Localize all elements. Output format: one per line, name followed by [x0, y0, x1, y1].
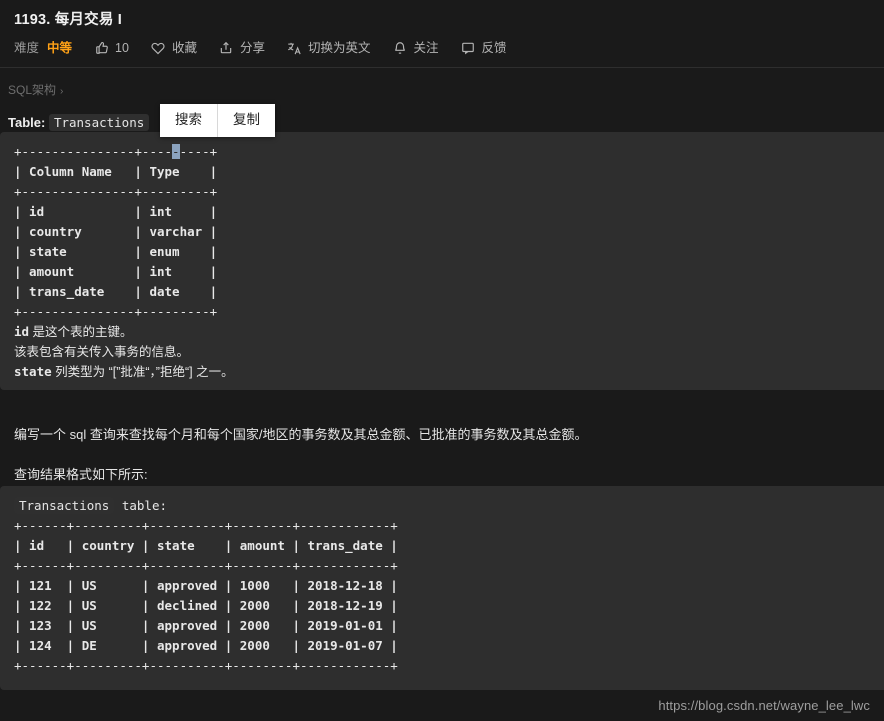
selection-context-menu: 搜索 复制: [160, 104, 275, 137]
share-icon: [219, 41, 234, 56]
context-menu-search[interactable]: 搜索: [160, 104, 217, 137]
subscribe-button[interactable]: 关注: [392, 39, 439, 57]
schema-border-top-right: ----+: [179, 144, 218, 159]
translate-label: 切换为英文: [307, 41, 371, 55]
heart-icon: [151, 41, 166, 56]
chevron-right-icon: ›: [60, 86, 64, 97]
difficulty-group: 难度 中等: [14, 39, 88, 57]
table-intro: Table: Transactions 搜索 复制: [0, 100, 884, 137]
problem-content: SQL架构 › Table: Transactions 搜索 复制 +------…: [0, 68, 884, 690]
example-row-0: | 121 | US | approved | 1000 | 2018-12-1…: [14, 578, 398, 593]
watermark: https://blog.csdn.net/wayne_lee_lwc: [658, 698, 870, 713]
translate-button[interactable]: 切换为英文: [287, 39, 371, 57]
schema-note-0: id 是这个表的主键。: [14, 324, 133, 339]
share-button[interactable]: 分享: [219, 39, 265, 57]
example-border-bottom: +------+---------+----------+--------+--…: [14, 658, 398, 673]
example-row-2: | 123 | US | approved | 2000 | 2019-01-0…: [14, 618, 398, 633]
example-header-row: | id | country | state | amount | trans_…: [14, 538, 398, 553]
question-prose: 编写一个 sql 查询来查找每个月和每个国家/地区的事务数及其总金额、已批准的事…: [0, 390, 884, 486]
breadcrumb[interactable]: SQL架构 ›: [0, 68, 884, 100]
schema-divider: +---------------+---------+: [14, 184, 218, 199]
action-toolbar: 难度 中等 10 收藏 分享 切换为英文 关注 反馈: [14, 39, 870, 57]
schema-row-2: | state | enum |: [14, 244, 218, 259]
schema-note-1: 该表包含有关传入事务的信息。: [14, 345, 190, 359]
page-root: 1193. 每月交易 I 难度 中等 10 收藏 分享 切换为英文 关注 反馈 …: [0, 0, 884, 721]
schema-header-row: | Column Name | Type |: [14, 164, 218, 179]
question-paragraph-2: 查询结果格式如下所示:: [14, 467, 148, 482]
example-divider: +------+---------+----------+--------+--…: [14, 558, 398, 573]
like-count: 10: [115, 41, 129, 55]
example-row-3: | 124 | DE | approved | 2000 | 2019-01-0…: [14, 638, 398, 653]
subscribe-label: 关注: [413, 41, 439, 55]
table-name-code: Transactions: [48, 114, 150, 131]
table-intro-prefix: Table:: [8, 115, 46, 130]
page-title: 1193. 每月交易 I: [14, 12, 122, 28]
schema-row-4: | trans_date | date |: [14, 284, 218, 299]
question-paragraph-1: 编写一个 sql 查询来查找每个月和每个国家/地区的事务数及其总金额、已批准的事…: [14, 427, 588, 442]
example-caption-text: table:: [114, 498, 167, 513]
favorite-label: 收藏: [171, 41, 197, 55]
schema-note-2: state 列类型为 “[”批准“，”拒绝“] 之一。: [14, 364, 234, 379]
share-label: 分享: [239, 41, 265, 55]
thumbs-up-icon: [94, 41, 109, 56]
translate-icon: [287, 41, 302, 56]
feedback-label: 反馈: [481, 41, 507, 55]
bell-icon: [392, 41, 407, 56]
note-code-2: state: [14, 364, 52, 379]
schema-row-3: | amount | int |: [14, 264, 218, 279]
problem-header: 1193. 每月交易 I 难度 中等 10 收藏 分享 切换为英文 关注 反馈: [0, 0, 884, 68]
feedback-icon: [461, 41, 476, 56]
like-button[interactable]: 10: [94, 39, 129, 57]
schema-border-bottom: +---------------+---------+: [14, 304, 218, 319]
feedback-button[interactable]: 反馈: [461, 39, 507, 57]
favorite-button[interactable]: 收藏: [151, 39, 197, 57]
example-row-1: | 122 | US | declined | 2000 | 2018-12-1…: [14, 598, 398, 613]
schema-row-1: | country | varchar |: [14, 224, 218, 239]
example-border-top: +------+---------+----------+--------+--…: [14, 518, 398, 533]
context-menu-copy[interactable]: 复制: [217, 104, 275, 137]
difficulty-label: 难度: [14, 41, 40, 55]
schema-row-0: | id | int |: [14, 204, 218, 219]
selected-character: -: [172, 144, 180, 159]
example-caption-code: Transactions: [14, 497, 115, 514]
breadcrumb-label: SQL架构: [8, 83, 57, 97]
note-code-0: id: [14, 324, 30, 339]
example-code-block[interactable]: Transactions table: +------+---------+--…: [0, 486, 884, 690]
schema-code-block[interactable]: +---------------+---------+ | Column Nam…: [0, 132, 884, 390]
difficulty-badge: 中等: [47, 41, 73, 55]
schema-border-top-left: +---------------+----: [14, 144, 173, 159]
